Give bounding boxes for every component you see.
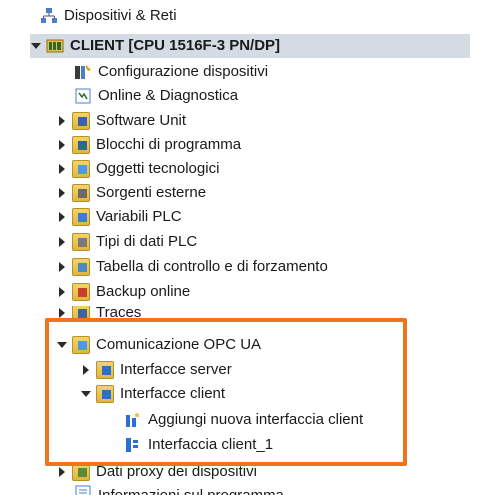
tree-item-label: Sorgenti esterne [96, 184, 207, 201]
folder-opc-ua-icon [72, 336, 90, 354]
tree-item-label: Interfaccia client_1 [148, 436, 274, 453]
folder-server-interfaces-icon [96, 361, 114, 379]
tree-item-device-proxy-data[interactable]: Dati proxy dei dispositivi [56, 460, 257, 484]
device-config-icon [74, 63, 92, 81]
tree-item-traces[interactable]: Traces [56, 306, 141, 320]
tree-item-label: Tabella di controllo e di forzamento [96, 258, 328, 275]
tree-item-label: Interfacce client [120, 385, 226, 402]
collapse-arrow-icon[interactable] [56, 333, 68, 357]
tree-item-label: Aggiungi nuova interfaccia client [148, 411, 364, 428]
tree-item-plc-datatypes[interactable]: Tipi di dati PLC [56, 230, 197, 254]
expand-arrow-icon[interactable] [56, 306, 68, 320]
expand-arrow-icon[interactable] [56, 109, 68, 133]
tree-item-label: Tipi di dati PLC [96, 233, 198, 250]
collapse-arrow-icon[interactable] [80, 382, 92, 406]
folder-external-sources-icon [72, 184, 90, 202]
tree-item-online-diagnostics[interactable]: Online & Diagnostica [74, 84, 238, 108]
tree-item-external-sources[interactable]: Sorgenti esterne [56, 181, 206, 205]
tree-item-label: Informazioni sul programma [98, 484, 284, 495]
tree-item-add-client-interface[interactable]: Aggiungi nuova interfaccia client [124, 408, 363, 432]
expand-arrow-icon[interactable] [56, 181, 68, 205]
folder-client-interfaces-icon [96, 385, 114, 403]
online-diagnostics-icon [74, 87, 92, 105]
folder-plc-tags-icon [72, 208, 90, 226]
tree-item-client-interfaces[interactable]: Interfacce client [80, 382, 225, 406]
tree-item-label: Configurazione dispositivi [98, 63, 269, 80]
tree-item-label: Backup online [96, 283, 191, 300]
expand-arrow-icon[interactable] [56, 460, 68, 484]
tree-item-opc-ua-communication[interactable]: Comunicazione OPC UA [56, 333, 261, 357]
tree-item-label: Dispositivi & Reti [64, 7, 177, 24]
tree-item-technology-objects[interactable]: Oggetti tecnologici [56, 157, 219, 181]
tree-item-device-configuration[interactable]: Configurazione dispositivi [74, 60, 268, 84]
folder-software-unit-icon [72, 112, 90, 130]
tree-item-client-interface-1[interactable]: Interfaccia client_1 [124, 433, 273, 457]
tree-item-server-interfaces[interactable]: Interfacce server [80, 358, 232, 382]
folder-online-backup-icon [72, 283, 90, 301]
tree-item-client-cpu[interactable]: CLIENT [CPU 1516F-3 PN/DP] [30, 34, 470, 58]
tree-item-program-blocks[interactable]: Blocchi di programma [56, 133, 241, 157]
tree-item-label: Dati proxy dei dispositivi [96, 463, 257, 480]
tree-item-software-unit[interactable]: Software Unit [56, 109, 186, 133]
program-info-icon [74, 484, 92, 495]
client-interface-icon [124, 436, 142, 454]
tree-item-program-info[interactable]: Informazioni sul programma [74, 484, 284, 495]
tree-item-label: CLIENT [CPU 1516F-3 PN/DP] [70, 37, 281, 54]
collapse-arrow-icon[interactable] [30, 34, 42, 58]
expand-arrow-icon[interactable] [56, 205, 68, 229]
tree-item-label: Online & Diagnostica [98, 87, 239, 104]
tree-item-devices-networks[interactable]: Dispositivi & Reti [40, 4, 177, 28]
network-icon [40, 7, 58, 25]
tree-item-label: Traces [96, 306, 142, 320]
add-client-interface-icon [124, 411, 142, 429]
tree-item-label: Oggetti tecnologici [96, 160, 220, 177]
folder-technology-objects-icon [72, 160, 90, 178]
tree-item-online-backup[interactable]: Backup online [56, 280, 190, 304]
tree-item-label: Variabili PLC [96, 208, 182, 225]
expand-arrow-icon[interactable] [56, 280, 68, 304]
tree-item-watch-force-tables[interactable]: Tabella di controllo e di forzamento [56, 255, 328, 279]
plc-device-icon [46, 37, 64, 55]
folder-watch-force-tables-icon [72, 258, 90, 276]
expand-arrow-icon[interactable] [56, 255, 68, 279]
tree-item-label: Comunicazione OPC UA [96, 336, 262, 353]
folder-program-blocks-icon [72, 136, 90, 154]
expand-arrow-icon[interactable] [56, 157, 68, 181]
expand-arrow-icon[interactable] [80, 358, 92, 382]
tree-item-plc-tags[interactable]: Variabili PLC [56, 205, 182, 229]
folder-device-proxy-icon [72, 463, 90, 481]
expand-arrow-icon[interactable] [56, 133, 68, 157]
tree-item-label: Interfacce server [120, 361, 232, 378]
folder-traces-icon [72, 306, 90, 320]
tree-item-label: Blocchi di programma [96, 136, 242, 153]
tree-item-label: Software Unit [96, 112, 187, 129]
folder-plc-datatypes-icon [72, 233, 90, 251]
expand-arrow-icon[interactable] [56, 230, 68, 254]
